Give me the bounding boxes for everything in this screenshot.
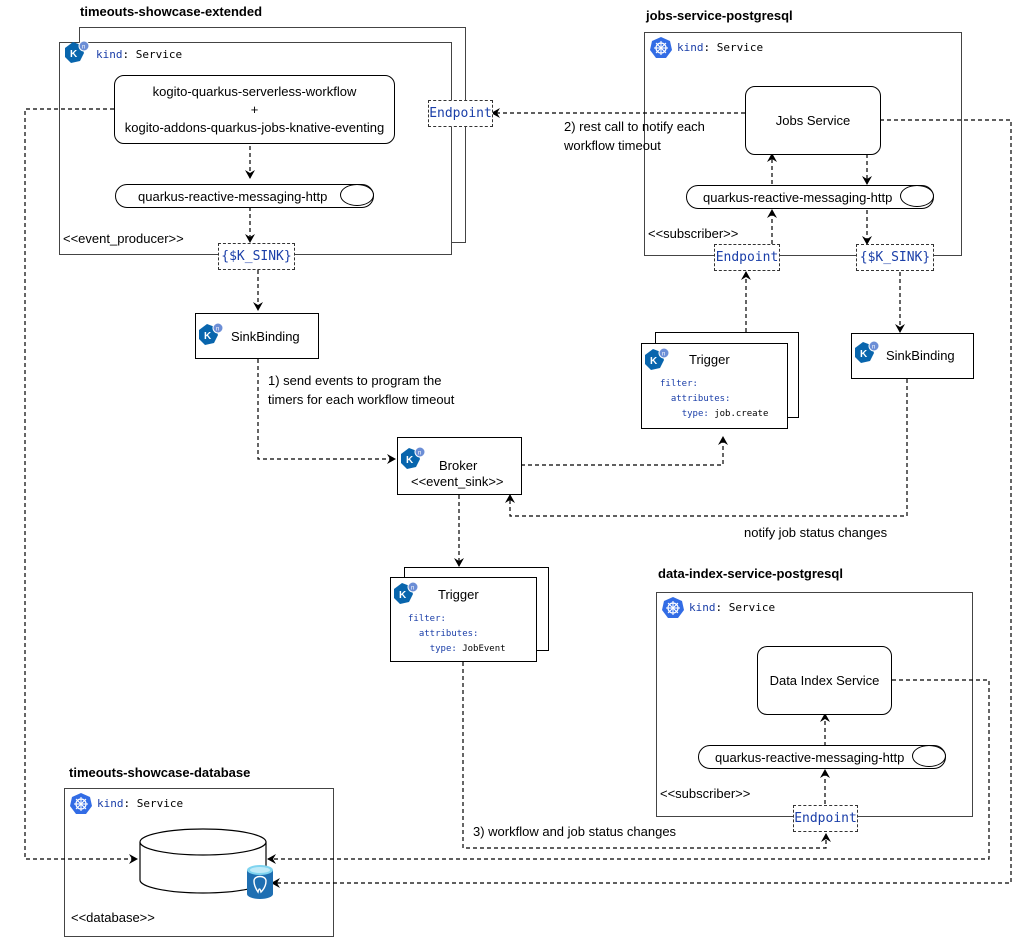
database-stereotype: <<database>> [71, 910, 155, 925]
svg-text:n: n [872, 345, 875, 351]
svg-text:n: n [418, 451, 421, 457]
knative-icon: K n [65, 40, 90, 63]
svg-text:n: n [216, 327, 219, 333]
kubernetes-icon [70, 793, 92, 814]
trigger-jobs[interactable]: K n Trigger filter: attributes: type: jo… [641, 343, 788, 429]
knative-icon: K n [199, 322, 224, 345]
svg-text:K: K [406, 455, 414, 466]
postgresql-icon [247, 865, 273, 899]
wire-workflow-to-database [24, 108, 138, 864]
jobs-endpoint-port[interactable]: Endpoint [714, 244, 780, 271]
knative-icon: K n [855, 340, 880, 363]
jobs-messaging-http[interactable]: quarkus-reactive-messaging-http [686, 185, 934, 209]
messaging-cap [900, 185, 934, 207]
dataindex-endpoint-port[interactable]: Endpoint [793, 805, 858, 832]
kubernetes-icon [650, 37, 672, 58]
knative-icon: K n [394, 581, 419, 604]
svg-text:n: n [662, 352, 665, 358]
workflow-endpoint-port[interactable]: Endpoint [428, 100, 493, 127]
messaging-cap [912, 745, 946, 767]
knative-icon: K n [645, 347, 670, 370]
svg-text:K: K [650, 356, 658, 367]
subscriber-stereotype: <<subscriber>> [648, 226, 739, 241]
sinkbinding-right[interactable]: K n SinkBinding [851, 333, 974, 379]
dataindex-messaging-http[interactable]: quarkus-reactive-messaging-http [698, 745, 946, 769]
svg-text:K: K [399, 590, 407, 601]
step2-note: 2) rest call to notify each workflow tim… [564, 119, 705, 153]
kind-label: kind: Service [96, 48, 183, 61]
jobs-service-box[interactable]: Jobs Service [745, 86, 881, 155]
jobs-k-sink-port[interactable]: {$K_SINK} [856, 244, 934, 271]
trigger-dataindex[interactable]: K n Trigger filter: attributes: type: Jo… [390, 577, 537, 662]
step3-note: 3) workflow and job status changes [473, 824, 677, 839]
kind-label: kind: Service [677, 41, 764, 54]
workflow-messaging-http[interactable]: quarkus-reactive-messaging-http [115, 184, 374, 208]
data-index-service-box[interactable]: Data Index Service [757, 646, 892, 715]
knative-icon: K n [401, 446, 426, 469]
workflow-k-sink-port[interactable]: {$K_SINK} [218, 243, 295, 270]
sinkbinding-left[interactable]: K n SinkBinding [195, 313, 319, 359]
kind-label: kind: Service [97, 797, 184, 810]
trigger-jobs-filter: filter: attributes: type: job.create [660, 379, 769, 419]
notify-job-note: notify job status changes [744, 525, 888, 540]
svg-text:n: n [82, 45, 85, 51]
kubernetes-icon [662, 597, 684, 618]
wire-broker-to-trigger-jobs [521, 436, 728, 466]
step1-note: 1) send events to program the timers for… [268, 373, 455, 407]
messaging-cap [340, 184, 374, 206]
kind-label: kind: Service [689, 601, 776, 614]
trigger-dataindex-filter: filter: attributes: type: JobEvent [408, 614, 506, 654]
svg-text:n: n [411, 586, 414, 592]
subscriber-stereotype: <<subscriber>> [660, 786, 751, 801]
svg-text:K: K [70, 49, 78, 60]
event-producer-stereotype: <<event_producer>> [63, 231, 184, 246]
broker[interactable]: K n Broker <<event_sink>> [397, 437, 522, 495]
workflow-app-box[interactable]: kogito-quarkus-serverless-workflow + kog… [114, 75, 395, 144]
svg-text:K: K [204, 331, 212, 342]
svg-text:K: K [860, 349, 868, 360]
